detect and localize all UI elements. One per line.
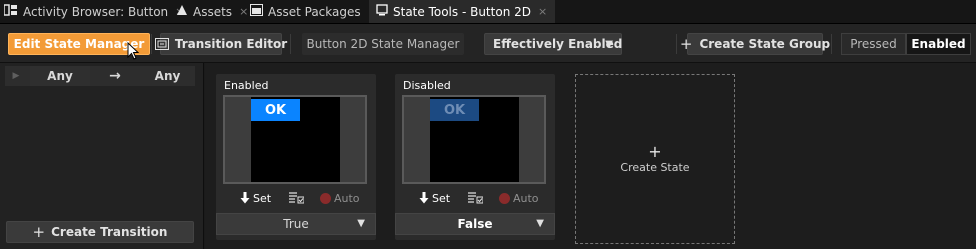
- transition-from[interactable]: Any: [30, 66, 90, 86]
- pressed-label: Pressed: [850, 37, 897, 51]
- preview-ok-button: OK: [430, 99, 479, 121]
- toolbar-divider: [151, 34, 152, 54]
- create-state-group-button[interactable]: + Create State Group: [680, 33, 830, 55]
- toolbar-divider: [290, 34, 291, 54]
- tab-label: Assets: [193, 4, 233, 19]
- asset-packages-icon: [250, 4, 263, 19]
- edit-properties-icon[interactable]: [289, 190, 304, 206]
- state-card-enabled[interactable]: Enabled OK Set Auto True ▼: [216, 74, 376, 240]
- state-title: Enabled: [224, 79, 269, 92]
- pressed-state-group-tab[interactable]: Pressed: [841, 33, 906, 55]
- state-tools-toolbar: Edit State Manager Transition Editor But…: [0, 24, 976, 63]
- transitions-panel: ▶ Any → Any + Create Transition: [0, 63, 204, 249]
- chevron-down-icon: ▼: [536, 218, 544, 229]
- create-transition-label: Create Transition: [51, 225, 168, 239]
- transition-to[interactable]: Any: [140, 66, 195, 86]
- create-state-label: Create State: [620, 160, 690, 174]
- assets-icon: [176, 4, 188, 19]
- close-icon[interactable]: ×: [538, 5, 547, 18]
- preview-ok-button: OK: [251, 99, 300, 121]
- tab-label: State Tools - Button 2D: [393, 4, 531, 19]
- transition-row[interactable]: ▶ Any → Any: [5, 66, 195, 86]
- state-value-dropdown[interactable]: True ▼: [216, 213, 376, 235]
- toolbar-divider: [676, 34, 677, 54]
- state-card-disabled[interactable]: Disabled OK Set Auto False ▼: [395, 74, 555, 240]
- edit-state-manager-label: Edit State Manager: [13, 37, 145, 51]
- play-transition-icon[interactable]: ▶: [5, 71, 27, 81]
- create-state-group-label: Create State Group: [699, 37, 831, 51]
- state-preview: OK: [223, 95, 367, 184]
- state-tools-icon: [376, 4, 388, 19]
- set-label: Set: [253, 191, 272, 205]
- tab-strip: Activity Browser: Button × Assets × Asse…: [0, 0, 976, 24]
- plus-icon: +: [648, 141, 662, 161]
- transition-editor-icon: [154, 38, 169, 50]
- record-icon: [499, 192, 510, 204]
- auto-toggle[interactable]: Auto: [320, 190, 360, 206]
- auto-label: Auto: [513, 191, 539, 205]
- set-state-button[interactable]: Set: [240, 190, 271, 206]
- tab-asset-packages[interactable]: Asset Packages ×: [250, 0, 377, 23]
- state-value: True: [283, 217, 309, 231]
- state-value-dropdown[interactable]: False ▼: [395, 213, 555, 235]
- tab-assets[interactable]: Assets ×: [176, 0, 248, 23]
- chevron-down-icon: ▼: [605, 39, 613, 50]
- arrow-down-icon: [240, 192, 250, 204]
- toolbar-divider: [831, 34, 832, 54]
- state-preview: OK: [402, 95, 546, 184]
- close-icon[interactable]: ×: [239, 5, 248, 18]
- property-dropdown[interactable]: Effectively Enabled ▼: [484, 33, 622, 55]
- edit-properties-icon[interactable]: [468, 190, 483, 206]
- set-state-button[interactable]: Set: [419, 190, 450, 206]
- states-area: Enabled OK Set Auto True ▼ Disabled OK S…: [205, 63, 976, 249]
- state-manager-name: Button 2D State Manager: [302, 33, 464, 55]
- property-dropdown-label: Effectively Enabled: [493, 37, 623, 51]
- tab-state-tools[interactable]: State Tools - Button 2D ×: [369, 0, 556, 23]
- record-icon: [320, 192, 331, 204]
- tab-label: Asset Packages: [268, 4, 361, 19]
- auto-toggle[interactable]: Auto: [499, 190, 539, 206]
- plus-icon: +: [679, 35, 693, 53]
- tab-activity-browser[interactable]: Activity Browser: Button ×: [3, 0, 184, 23]
- create-state-button[interactable]: + Create State: [575, 74, 735, 244]
- create-transition-button[interactable]: + Create Transition: [6, 221, 194, 243]
- transition-editor-button[interactable]: Transition Editor: [154, 33, 287, 55]
- activity-browser-icon: [3, 4, 18, 19]
- transition-arrow-icon: →: [109, 68, 121, 84]
- arrow-down-icon: [419, 192, 429, 204]
- state-title: Disabled: [403, 79, 451, 92]
- mouse-cursor-icon: [127, 41, 140, 63]
- set-label: Set: [432, 191, 451, 205]
- state-manager-name-label: Button 2D State Manager: [306, 37, 460, 51]
- enabled-label: Enabled: [911, 37, 966, 51]
- chevron-down-icon: ▼: [357, 218, 365, 229]
- tab-label: Activity Browser: Button: [23, 4, 169, 19]
- state-value: False: [457, 217, 493, 231]
- enabled-state-group-tab[interactable]: Enabled: [906, 33, 971, 55]
- plus-icon: +: [32, 223, 46, 241]
- transition-editor-label: Transition Editor: [174, 37, 288, 51]
- auto-label: Auto: [334, 191, 360, 205]
